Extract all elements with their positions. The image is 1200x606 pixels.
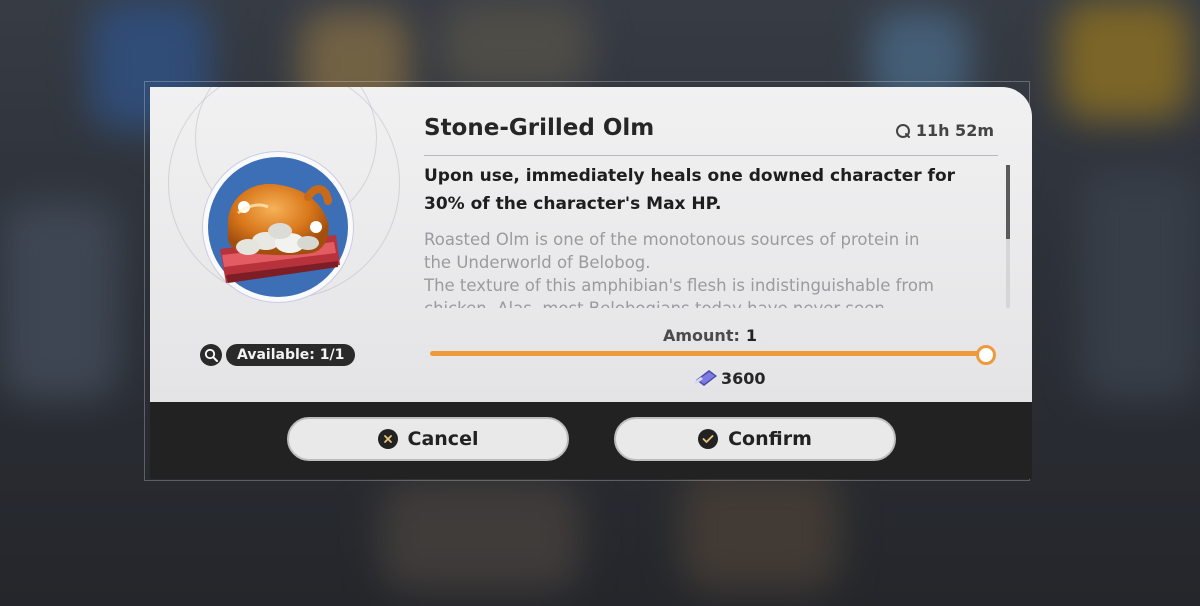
item-title: Stone-Grilled Olm xyxy=(424,115,655,141)
item-lore: Roasted Olm is one of the monotonous sou… xyxy=(424,228,990,308)
item-use-dialog: Available: 1/1 Stone-Grilled Olm 11h 52m… xyxy=(144,81,1032,481)
expiry-timer: 11h 52m xyxy=(895,121,994,140)
description-scroll[interactable]: Upon use, immediately heals one downed c… xyxy=(424,162,990,308)
cancel-button[interactable]: Cancel xyxy=(287,417,569,461)
available-count: Available: 1/1 xyxy=(226,344,356,366)
checkmark-icon xyxy=(698,429,719,449)
grilled-olm-icon xyxy=(220,183,340,283)
timer-text: 11h 52m xyxy=(915,121,994,140)
cost-display: 3600 xyxy=(693,368,766,388)
confirm-button[interactable]: Confirm xyxy=(614,417,896,461)
item-image xyxy=(208,157,348,297)
lore-line: chicken. Alas, most Belobogians today ha… xyxy=(424,297,990,308)
item-effect: Upon use, immediately heals one downed c… xyxy=(424,166,956,214)
dialog-footer xyxy=(150,402,1032,479)
cost-value: 3600 xyxy=(721,368,766,388)
cancel-label: Cancel xyxy=(407,428,479,450)
cancel-icon xyxy=(377,429,398,449)
credit-ticket-icon xyxy=(694,370,717,386)
confirm-label: Confirm xyxy=(728,428,812,450)
amount-display: Amount: 1 xyxy=(430,326,990,345)
availability: Available: 1/1 xyxy=(200,344,356,366)
lore-line: The texture of this amphibian's flesh is… xyxy=(424,276,934,295)
clock-icon xyxy=(895,123,910,138)
lore-line: the Underworld of Belobog. xyxy=(424,253,651,272)
amount-label: Amount: xyxy=(662,326,740,345)
amount-slider[interactable] xyxy=(430,351,986,356)
description-scrollbar[interactable] xyxy=(1006,165,1010,308)
amount-slider-handle[interactable] xyxy=(976,345,996,365)
magnifier-icon[interactable] xyxy=(200,344,222,366)
divider xyxy=(424,155,998,156)
item-card: Available: 1/1 Stone-Grilled Olm 11h 52m… xyxy=(150,87,1032,402)
scrollbar-thumb[interactable] xyxy=(1006,165,1010,239)
amount-value: 1 xyxy=(745,326,757,345)
lore-line: Roasted Olm is one of the monotonous sou… xyxy=(424,230,920,249)
